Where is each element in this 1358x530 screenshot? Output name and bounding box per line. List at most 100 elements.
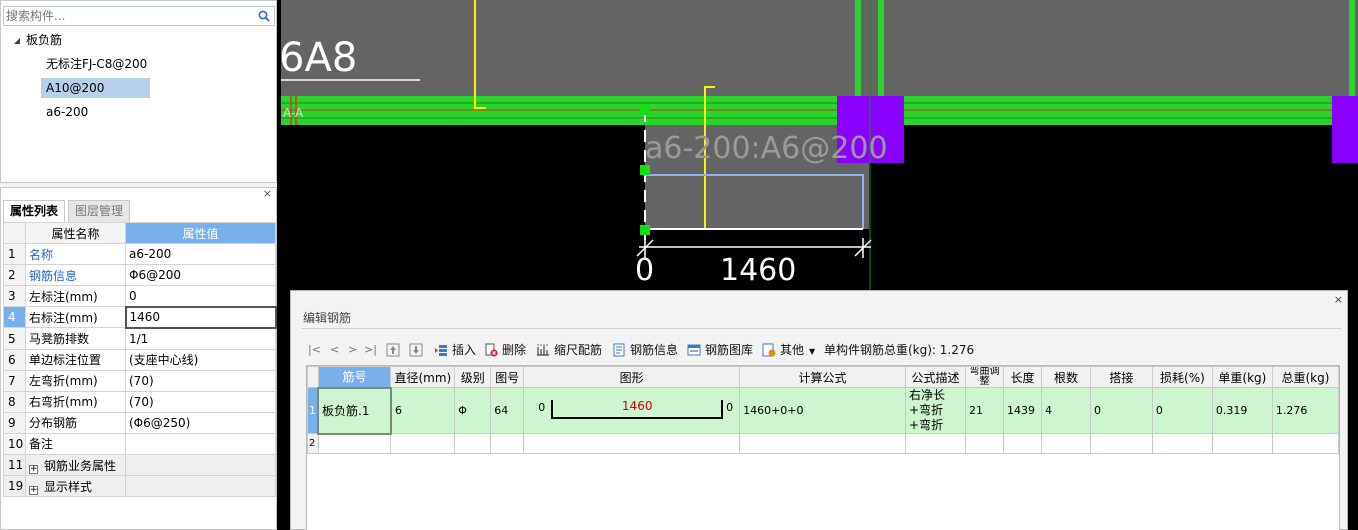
close-icon[interactable]: × (263, 187, 272, 200)
empty-cell[interactable] (1271, 433, 1339, 454)
property-value[interactable]: (70) (125, 390, 276, 413)
grip-handle[interactable] (640, 165, 650, 175)
delete-button[interactable]: 删除 (484, 339, 526, 361)
insert-row-icon (435, 345, 447, 356)
header-total-weight: 总重(kg) (1271, 366, 1339, 388)
property-row-remarks[interactable]: 10 备注 (3, 432, 276, 456)
table-row-empty[interactable]: 2 (307, 433, 1339, 454)
property-group-cell: + 显示样式 (25, 475, 126, 498)
rebar-info-button[interactable]: 钢筋信息 (612, 339, 678, 361)
empty-cell[interactable] (390, 433, 456, 454)
empty-cell[interactable] (1089, 433, 1153, 454)
nav-last-button[interactable]: >| (364, 339, 377, 361)
property-row-right-bend[interactable]: 8 右弯折(mm) (70) (3, 390, 276, 413)
cell-loss[interactable]: 0 (1151, 387, 1213, 434)
expand-plus-icon[interactable]: + (29, 485, 38, 495)
slab-region-top (281, 0, 1358, 96)
property-group-cell: + 钢筋业务属性 (25, 454, 126, 477)
property-group-business[interactable]: 11 + 钢筋业务属性 (3, 454, 276, 477)
property-row-distribution-rebar[interactable]: 9 分布钢筋 (Φ6@250) (3, 411, 276, 434)
move-down-button[interactable] (409, 339, 427, 361)
grip-handle[interactable] (640, 105, 650, 115)
property-table: 属性名称 属性值 1 名称 a6-200 2 钢筋信息 Φ6@200 3 左标注… (3, 221, 277, 498)
dimension-text-left: 0 (635, 253, 654, 288)
left-panel: 板负筋 无标注FJ-C8@200 A10@200 a6-200 × 属性列表 图… (0, 0, 277, 530)
header-rebar-no: 筋号 (317, 366, 392, 388)
property-value-editing[interactable]: 1460 (124, 305, 277, 329)
nav-prev-button[interactable]: < (330, 339, 339, 361)
property-value[interactable]: (支座中心线) (125, 348, 276, 371)
cell-unit-weight[interactable]: 0.319 (1211, 387, 1273, 434)
property-row-rebar-info[interactable]: 2 钢筋信息 Φ6@200 (3, 264, 276, 287)
grip-handle[interactable] (640, 225, 650, 235)
tab-layer-management[interactable]: 图层管理 (68, 200, 131, 222)
tree-collapse-triangle-icon[interactable] (13, 36, 23, 46)
row-index: 19 (3, 475, 26, 498)
component-search-input[interactable] (6, 8, 252, 24)
property-value[interactable]: (70) (125, 369, 276, 392)
property-value[interactable]: 0 (125, 285, 276, 308)
tree-item-unlabeled-fj[interactable]: 无标注FJ-C8@200 (41, 54, 150, 74)
property-row-right-dim[interactable]: 4 右标注(mm) 1460 (3, 305, 277, 329)
property-row-left-bend[interactable]: 7 左弯折(mm) (70) (3, 369, 276, 392)
empty-cell[interactable] (454, 433, 492, 454)
cell-rebar-no[interactable]: 板负筋.1 (317, 386, 392, 435)
cell-bend-adjust[interactable]: 21 (965, 387, 1004, 434)
empty-cell[interactable] (1040, 433, 1091, 454)
rebar-library-button[interactable]: 钢筋图库 (687, 339, 753, 361)
row-index: 7 (3, 369, 26, 392)
expand-plus-icon[interactable]: + (29, 464, 38, 474)
cell-count[interactable]: 4 (1040, 387, 1091, 434)
search-icon[interactable] (258, 10, 270, 22)
property-value[interactable]: Φ6@200 (125, 264, 276, 287)
tree-item-a6-200[interactable]: a6-200 (41, 102, 150, 122)
property-row-left-dim[interactable]: 3 左标注(mm) 0 (3, 285, 276, 308)
header-shape: 图形 (523, 366, 741, 388)
tree-item-a10-200[interactable]: A10@200 (41, 78, 150, 98)
cell-shape[interactable]: 0 1460 0 (523, 387, 741, 434)
cell-figure-no[interactable]: 64 (490, 387, 525, 434)
row-index: 3 (3, 285, 26, 308)
nav-next-button[interactable]: > (348, 339, 357, 361)
tree-root-slab-negative-rebar[interactable]: 板负筋 (26, 30, 62, 50)
move-up-button[interactable] (386, 339, 404, 361)
other-menu-icon (762, 343, 776, 357)
header-diameter: 直径(mm) (390, 366, 456, 388)
scale-rebar-button[interactable]: 缩尺配筋 (536, 339, 602, 361)
cell-length[interactable]: 1439 (1002, 387, 1042, 434)
empty-cell[interactable] (905, 433, 966, 454)
property-value[interactable]: (Φ6@250) (125, 411, 276, 434)
empty-cell[interactable] (317, 433, 392, 454)
property-row-chair-rows[interactable]: 5 马凳筋排数 1/1 (3, 327, 276, 350)
other-menu-button[interactable]: 其他 ▼ (762, 339, 815, 361)
cell-total-weight[interactable]: 1.276 (1271, 387, 1339, 434)
cell-grade[interactable]: Φ (454, 387, 492, 434)
component-search-box[interactable] (3, 6, 275, 26)
cell-formula[interactable]: 1460+0+0 (739, 387, 907, 434)
tab-property-list[interactable]: 属性列表 (3, 200, 66, 222)
rebar-table-header: 筋号 直径(mm) 级别 图号 图形 计算公式 公式描述 弯曲调整 长度 根数 … (307, 366, 1339, 388)
property-row-single-side-position[interactable]: 6 单边标注位置 (支座中心线) (3, 348, 276, 371)
table-row[interactable]: 1 板负筋.1 6 Φ 64 0 1460 0 1460+0+0 右净长+弯折+… (307, 386, 1339, 435)
empty-cell[interactable] (1002, 433, 1042, 454)
cell-lap[interactable]: 0 (1089, 387, 1153, 434)
property-group-display-style[interactable]: 19 + 显示样式 (3, 475, 276, 498)
insert-label: 插入 (452, 343, 477, 357)
header-length: 长度 (1002, 366, 1042, 388)
header-formula: 计算公式 (739, 366, 907, 388)
empty-cell[interactable] (965, 433, 1004, 454)
cell-formula-desc[interactable]: 右净长+弯折+弯折 (905, 387, 966, 434)
nav-first-button[interactable]: |< (308, 339, 321, 361)
empty-cell[interactable] (1151, 433, 1213, 454)
property-row-name[interactable]: 1 名称 a6-200 (3, 243, 276, 266)
cell-diameter[interactable]: 6 (390, 387, 456, 434)
empty-cell[interactable] (1211, 433, 1273, 454)
property-value[interactable] (125, 432, 276, 456)
empty-cell[interactable] (490, 433, 525, 454)
close-icon[interactable]: × (1334, 293, 1343, 306)
property-value[interactable]: 1/1 (125, 327, 276, 350)
property-value[interactable]: a6-200 (125, 243, 276, 266)
empty-cell[interactable] (523, 433, 741, 454)
insert-button[interactable]: 插入 (434, 339, 476, 361)
empty-cell[interactable] (739, 433, 907, 454)
